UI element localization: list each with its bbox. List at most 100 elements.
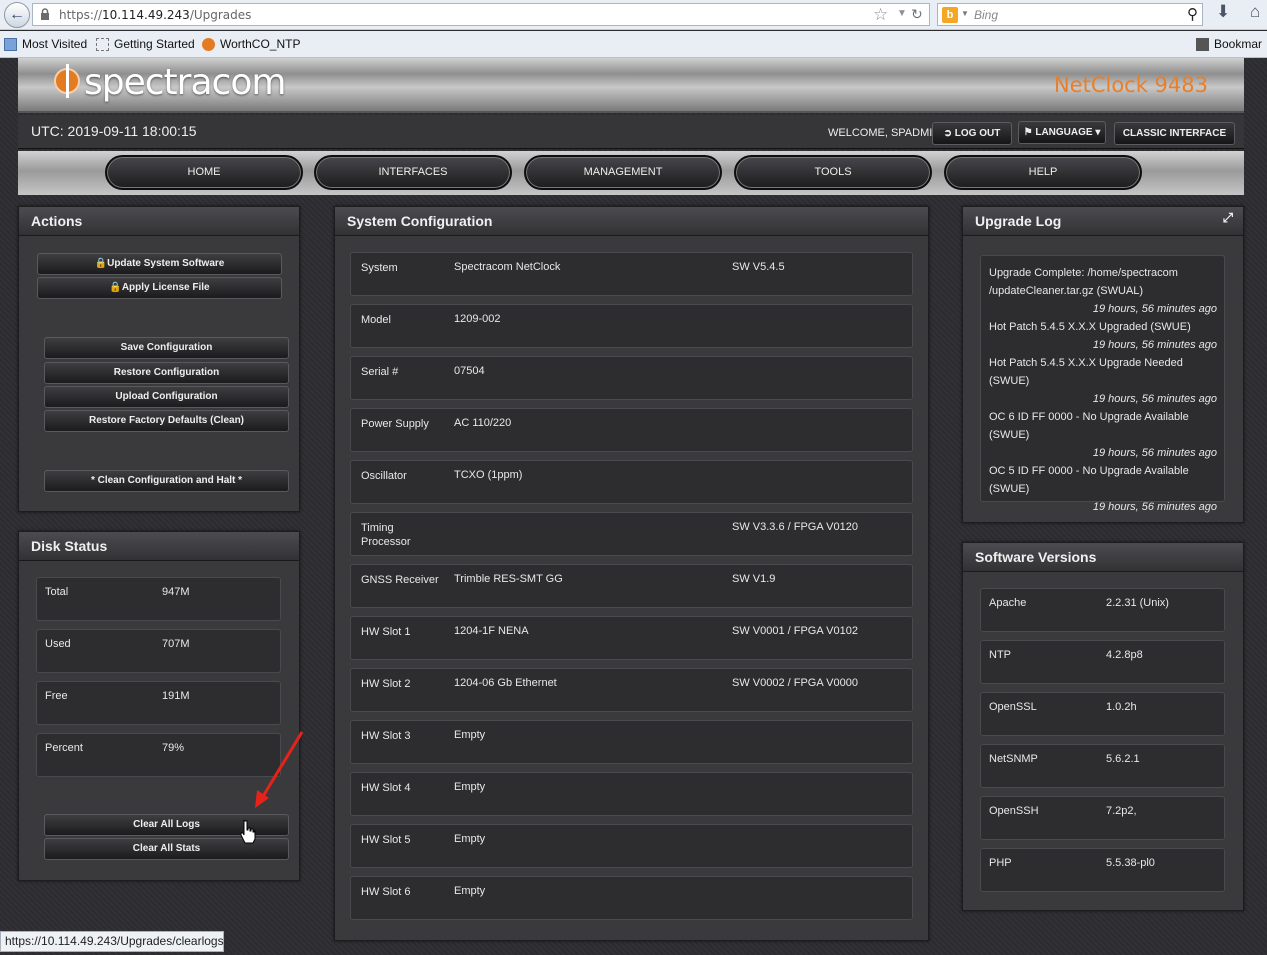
software-version: 4.2.8p8 bbox=[1106, 649, 1143, 661]
reload-icon[interactable]: ↻ bbox=[911, 6, 923, 23]
bookmarks-toolbar: Most Visited Getting Started WorthCO_NTP… bbox=[0, 31, 1267, 58]
config-label: Model bbox=[361, 314, 391, 326]
browser-toolbar: ← https://10.114.49.243/Upgrades ☆ ▼ ↻ b… bbox=[0, 0, 1267, 30]
search-placeholder: Bing bbox=[974, 8, 999, 22]
nav-tools[interactable]: TOOLS bbox=[734, 155, 932, 190]
lock-icon: 🔒 bbox=[94, 258, 108, 269]
log-entry-time: 19 hours, 56 minutes ago bbox=[1092, 303, 1217, 315]
config-label: Serial # bbox=[361, 366, 399, 378]
config-row: GNSS Receiver Trimble RES-SMT GG SW V1.9 bbox=[350, 564, 913, 608]
address-bar[interactable]: https://10.114.49.243/Upgrades ☆ ▼ ↻ bbox=[32, 3, 930, 26]
home-icon[interactable]: ⌂ bbox=[1250, 2, 1260, 22]
spectracom-favicon-icon bbox=[202, 37, 215, 51]
header-banner: spectracom NetClock 9483 bbox=[18, 58, 1244, 113]
chevron-down-icon[interactable]: ▼ bbox=[897, 8, 907, 19]
software-version: 5.6.2.1 bbox=[1106, 753, 1140, 765]
restore-factory-defaults-button[interactable]: Restore Factory Defaults (Clean) bbox=[44, 410, 289, 432]
log-entry-text: Hot Patch 5.4.5 X.X.X Upgrade Needed (SW… bbox=[989, 357, 1183, 387]
expand-icon[interactable]: ⤢ bbox=[1223, 210, 1233, 226]
system-configuration-title: System Configuration bbox=[335, 207, 928, 236]
bookmark-star-icon[interactable]: ☆ bbox=[873, 5, 888, 25]
nav-help[interactable]: HELP bbox=[944, 155, 1142, 190]
config-row: HW Slot 1 1204-1F NENA SW V0001 / FPGA V01… bbox=[350, 616, 913, 660]
config-value: 1204-1F NENA bbox=[454, 625, 529, 637]
log-entry-text: Hot Patch 5.4.5 X.X.X Upgraded (SWUE) bbox=[989, 321, 1191, 333]
config-label: HW Slot 6 bbox=[361, 886, 411, 898]
search-icon[interactable]: ⚲ bbox=[1187, 5, 1198, 23]
software-row: NetSNMP 5.6.2.1 bbox=[980, 744, 1225, 788]
software-name: OpenSSL bbox=[989, 701, 1037, 713]
nav-interfaces[interactable]: INTERFACES bbox=[314, 155, 512, 190]
bookmark-worthco-ntp[interactable]: WorthCO_NTP bbox=[202, 37, 300, 51]
language-dropdown[interactable]: ⚑ LANGUAGE ▾ bbox=[1018, 121, 1106, 144]
config-value: 1204-06 Gb Ethernet bbox=[454, 677, 557, 689]
upgrade-log-title: Upgrade Log ⤢ bbox=[963, 207, 1243, 236]
config-value: Empty bbox=[454, 833, 486, 845]
config-row: System Spectracom NetClock SW V5.4.5 bbox=[350, 252, 913, 296]
search-input[interactable]: b ▼ Bing ⚲ bbox=[937, 3, 1203, 26]
config-label: HW Slot 3 bbox=[361, 730, 411, 742]
caret-icon: ▾ bbox=[1095, 127, 1101, 138]
url-text: https://10.114.49.243/Upgrades bbox=[59, 8, 252, 22]
software-row: NTP 4.2.8p8 bbox=[980, 640, 1225, 684]
config-row: HW Slot 3 Empty bbox=[350, 720, 913, 764]
software-versions-panel: Software Versions Apache 2.2.31 (Unix) NTP… bbox=[962, 542, 1244, 911]
config-label: System bbox=[361, 262, 398, 274]
classic-interface-button[interactable]: CLASSIC INTERFACE bbox=[1114, 122, 1235, 145]
config-version: SW V0002 / FPGA V0000 bbox=[732, 677, 858, 689]
chevron-down-icon[interactable]: ▼ bbox=[961, 9, 969, 18]
config-label: Power Supply bbox=[361, 418, 429, 430]
update-software-button[interactable]: 🔒Update System Software bbox=[37, 253, 282, 275]
bookmarks-menu[interactable]: Bookmar bbox=[1196, 37, 1262, 51]
config-row: Serial # 07504 bbox=[350, 356, 913, 400]
save-configuration-button[interactable]: Save Configuration bbox=[44, 337, 289, 359]
config-value: 1209-002 bbox=[454, 313, 501, 325]
config-label: HW Slot 4 bbox=[361, 782, 411, 794]
config-label: HW Slot 5 bbox=[361, 834, 411, 846]
software-name: PHP bbox=[989, 857, 1012, 869]
bookmark-getting-started[interactable]: Getting Started bbox=[96, 37, 195, 51]
restore-configuration-button[interactable]: Restore Configuration bbox=[44, 362, 289, 384]
config-value: 07504 bbox=[454, 365, 485, 377]
upload-configuration-button[interactable]: Upload Configuration bbox=[44, 386, 289, 408]
logo-text: spectracom bbox=[84, 62, 286, 103]
config-row: Oscillator TCXO (1ppm) bbox=[350, 460, 913, 504]
main-nav: HOME INTERFACES MANAGEMENT TOOLS HELP bbox=[18, 151, 1244, 195]
config-value: TCXO (1ppm) bbox=[454, 469, 523, 481]
config-value: AC 110/220 bbox=[454, 417, 512, 429]
software-versions-title: Software Versions bbox=[963, 543, 1243, 572]
page-icon bbox=[4, 37, 17, 51]
hand-cursor-icon bbox=[240, 820, 256, 844]
software-version: 1.0.2h bbox=[1106, 701, 1137, 713]
upgrade-log-list: Upgrade Complete: /home/spectracom /upda… bbox=[980, 255, 1225, 513]
log-entry-text: OC 5 ID FF 0000 - No Upgrade Available (… bbox=[989, 465, 1189, 495]
lock-icon bbox=[41, 8, 49, 20]
logout-icon: ➲ bbox=[943, 128, 953, 139]
back-arrow-icon[interactable]: ← bbox=[4, 2, 30, 28]
software-name: Apache bbox=[989, 597, 1027, 609]
status-bar: UTC: 2019-09-11 18:00:15 WELCOME, SPADMI… bbox=[18, 115, 1244, 149]
spectracom-logo-icon bbox=[54, 64, 80, 98]
logout-button[interactable]: ➲ LOG OUT bbox=[932, 122, 1012, 145]
download-icon[interactable]: ⬇ bbox=[1216, 2, 1230, 22]
clean-configuration-halt-button[interactable]: * Clean Configuration and Halt * bbox=[44, 470, 289, 492]
log-entry-time: 19 hours, 56 minutes ago bbox=[1092, 339, 1217, 351]
config-row: Power Supply AC 110/220 bbox=[350, 408, 913, 452]
config-value: Trimble RES-SMT GG bbox=[454, 573, 563, 585]
apply-license-button[interactable]: 🔒Apply License File bbox=[37, 277, 282, 299]
software-row: OpenSSL 1.0.2h bbox=[980, 692, 1225, 736]
actions-panel: Actions 🔒Update System Software 🔒Apply L… bbox=[18, 206, 300, 512]
page-content: spectracom NetClock 9483 UTC: 2019-09-11… bbox=[0, 58, 1267, 955]
nav-home[interactable]: HOME bbox=[105, 155, 303, 190]
config-row: HW Slot 4 Empty bbox=[350, 772, 913, 816]
page-icon bbox=[96, 37, 109, 51]
actions-title: Actions bbox=[19, 207, 299, 236]
lock-icon: 🔒 bbox=[109, 282, 122, 293]
nav-management[interactable]: MANAGEMENT bbox=[524, 155, 722, 190]
flag-icon: ⚑ bbox=[1023, 127, 1033, 138]
software-name: OpenSSH bbox=[989, 805, 1039, 817]
bookmark-most-visited[interactable]: Most Visited bbox=[4, 37, 87, 51]
bing-icon[interactable]: b bbox=[942, 7, 958, 23]
disk-status-title: Disk Status bbox=[19, 532, 299, 561]
config-version: SW V1.9 bbox=[732, 573, 776, 585]
